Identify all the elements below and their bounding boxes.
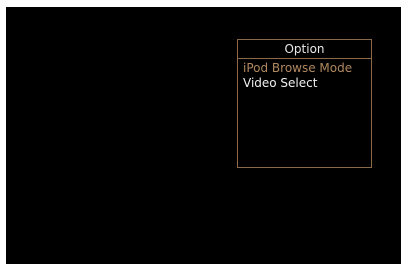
option-menu: Option iPod Browse Mode Video Select — [237, 39, 372, 168]
screen: Option iPod Browse Mode Video Select — [6, 7, 401, 264]
menu-list: iPod Browse Mode Video Select — [238, 59, 371, 91]
menu-item-ipod-browse-mode[interactable]: iPod Browse Mode — [238, 61, 371, 76]
menu-item-video-select[interactable]: Video Select — [238, 76, 371, 91]
menu-title: Option — [238, 40, 371, 59]
